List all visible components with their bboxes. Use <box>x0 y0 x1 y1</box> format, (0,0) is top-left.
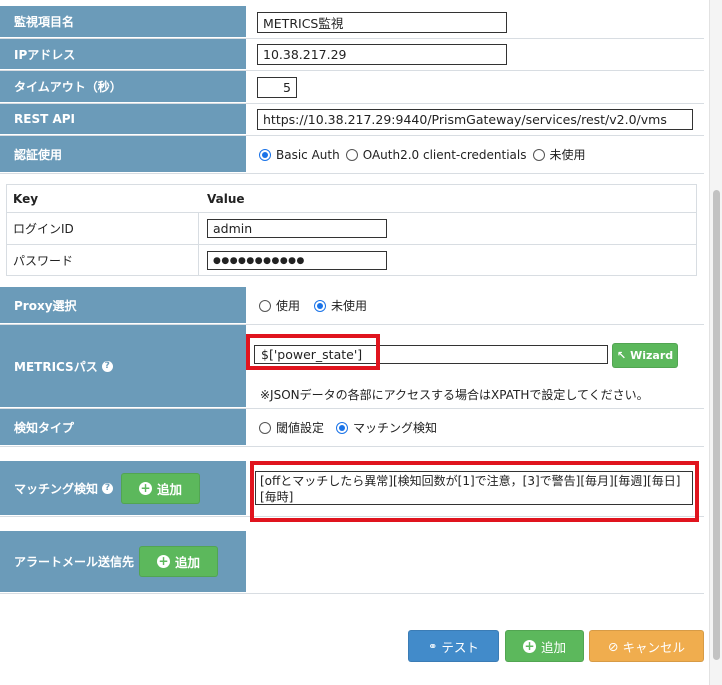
credentials-row-login: ログインID admin <box>7 213 696 245</box>
monitor-name-input[interactable]: METRICS監視 <box>257 11 507 33</box>
label-metrics-path: METRICSパス? <box>0 325 246 408</box>
login-id-label: ログインID <box>7 213 199 244</box>
ip-address-input[interactable]: 10.38.217.29 <box>257 44 507 65</box>
radio-auth-none[interactable]: 未使用 <box>532 146 586 163</box>
link-icon: ⚭ <box>428 639 438 653</box>
radio-selected-icon <box>314 299 327 312</box>
test-button[interactable]: ⚭ テスト <box>408 630 499 662</box>
row-timeout: タイムアウト（秒） 5 <box>0 71 704 104</box>
help-icon[interactable]: ? <box>102 482 114 494</box>
wizard-button[interactable]: ↖ Wizard <box>612 343 678 368</box>
ban-icon: ⊘ <box>608 638 619 654</box>
plus-circle-icon: + <box>139 480 152 495</box>
label-monitor-name: 監視項目名 <box>0 6 246 38</box>
alert-mail-add-button[interactable]: + 追加 <box>139 546 219 577</box>
password-label: パスワード <box>7 245 199 276</box>
label-rest-api: REST API <box>0 104 246 135</box>
form-frame: 監視項目名 METRICS監視 IPアドレス 10.38.217.29 タイムア… <box>0 0 709 685</box>
help-icon[interactable]: ? <box>101 360 113 372</box>
radio-oauth[interactable]: OAuth2.0 client-credentials <box>345 148 527 162</box>
row-monitor-name: 監視項目名 METRICS監視 <box>0 6 704 39</box>
highlight-box-metrics-path <box>246 334 380 370</box>
scrollbar-thumb[interactable] <box>713 190 720 660</box>
radio-threshold[interactable]: 閾値設定 <box>259 419 324 436</box>
login-id-input[interactable]: admin <box>207 219 387 238</box>
radio-unselected-icon <box>259 299 271 312</box>
credentials-table: Key Value ログインID admin パスワード ●●●●●●●●●●● <box>6 184 697 276</box>
credentials-row-password: パスワード ●●●●●●●●●●● <box>7 245 696 276</box>
radio-proxy-use[interactable]: 使用 <box>259 297 300 314</box>
add-button[interactable]: + 追加 <box>505 630 584 662</box>
credentials-header-key: Key <box>13 191 39 206</box>
timeout-input[interactable]: 5 <box>257 76 297 98</box>
radio-matching[interactable]: マッチング検知 <box>336 419 437 436</box>
alert-mail-list <box>246 531 704 593</box>
metrics-path-note: ※JSONデータの各部にアクセスする場合はXPATHで設定してください。 <box>260 388 649 402</box>
credentials-header-row: Key Value <box>7 185 696 213</box>
label-ip-address: IPアドレス <box>0 39 246 70</box>
row-ip-address: IPアドレス 10.38.217.29 <box>0 39 704 71</box>
row-auth: 認証使用 Basic Auth OAuth2.0 client-credenti… <box>0 136 704 174</box>
highlight-box-matching-rule <box>250 461 699 522</box>
matching-add-button[interactable]: + 追加 <box>121 472 201 504</box>
plus-circle-icon: + <box>157 554 170 568</box>
radio-unselected-icon <box>532 148 545 161</box>
label-timeout: タイムアウト（秒） <box>0 71 246 103</box>
label-auth: 認証使用 <box>0 136 246 173</box>
label-proxy: Proxy選択 <box>0 287 246 324</box>
radio-selected-icon <box>336 421 349 434</box>
label-matching: マッチング検知? + 追加 <box>0 461 246 516</box>
plus-circle-icon: + <box>522 638 536 653</box>
radio-proxy-none[interactable]: 未使用 <box>314 297 367 314</box>
password-input[interactable]: ●●●●●●●●●●● <box>207 251 387 270</box>
radio-selected-icon <box>259 148 271 161</box>
row-rest-api: REST API https://10.38.217.29:9440/Prism… <box>0 104 704 136</box>
rest-api-input[interactable]: https://10.38.217.29:9440/PrismGateway/s… <box>257 109 693 130</box>
vertical-scrollbar[interactable] <box>709 0 722 685</box>
radio-unselected-icon <box>259 421 271 434</box>
label-alert-mail: アラートメール送信先 + 追加 <box>0 531 246 593</box>
radio-basic-auth[interactable]: Basic Auth <box>259 148 340 162</box>
row-proxy: Proxy選択 使用 未使用 <box>0 287 704 325</box>
label-detect-type: 検知タイプ <box>0 409 246 446</box>
row-detect-type: 検知タイプ 閾値設定 マッチング検知 <box>0 409 704 447</box>
credentials-header-value: Value <box>207 191 245 206</box>
cancel-button[interactable]: ⊘ キャンセル <box>589 630 704 662</box>
wand-icon: ↖ <box>616 349 627 362</box>
radio-unselected-icon <box>345 148 358 161</box>
row-alert-mail: アラートメール送信先 + 追加 <box>0 531 704 594</box>
